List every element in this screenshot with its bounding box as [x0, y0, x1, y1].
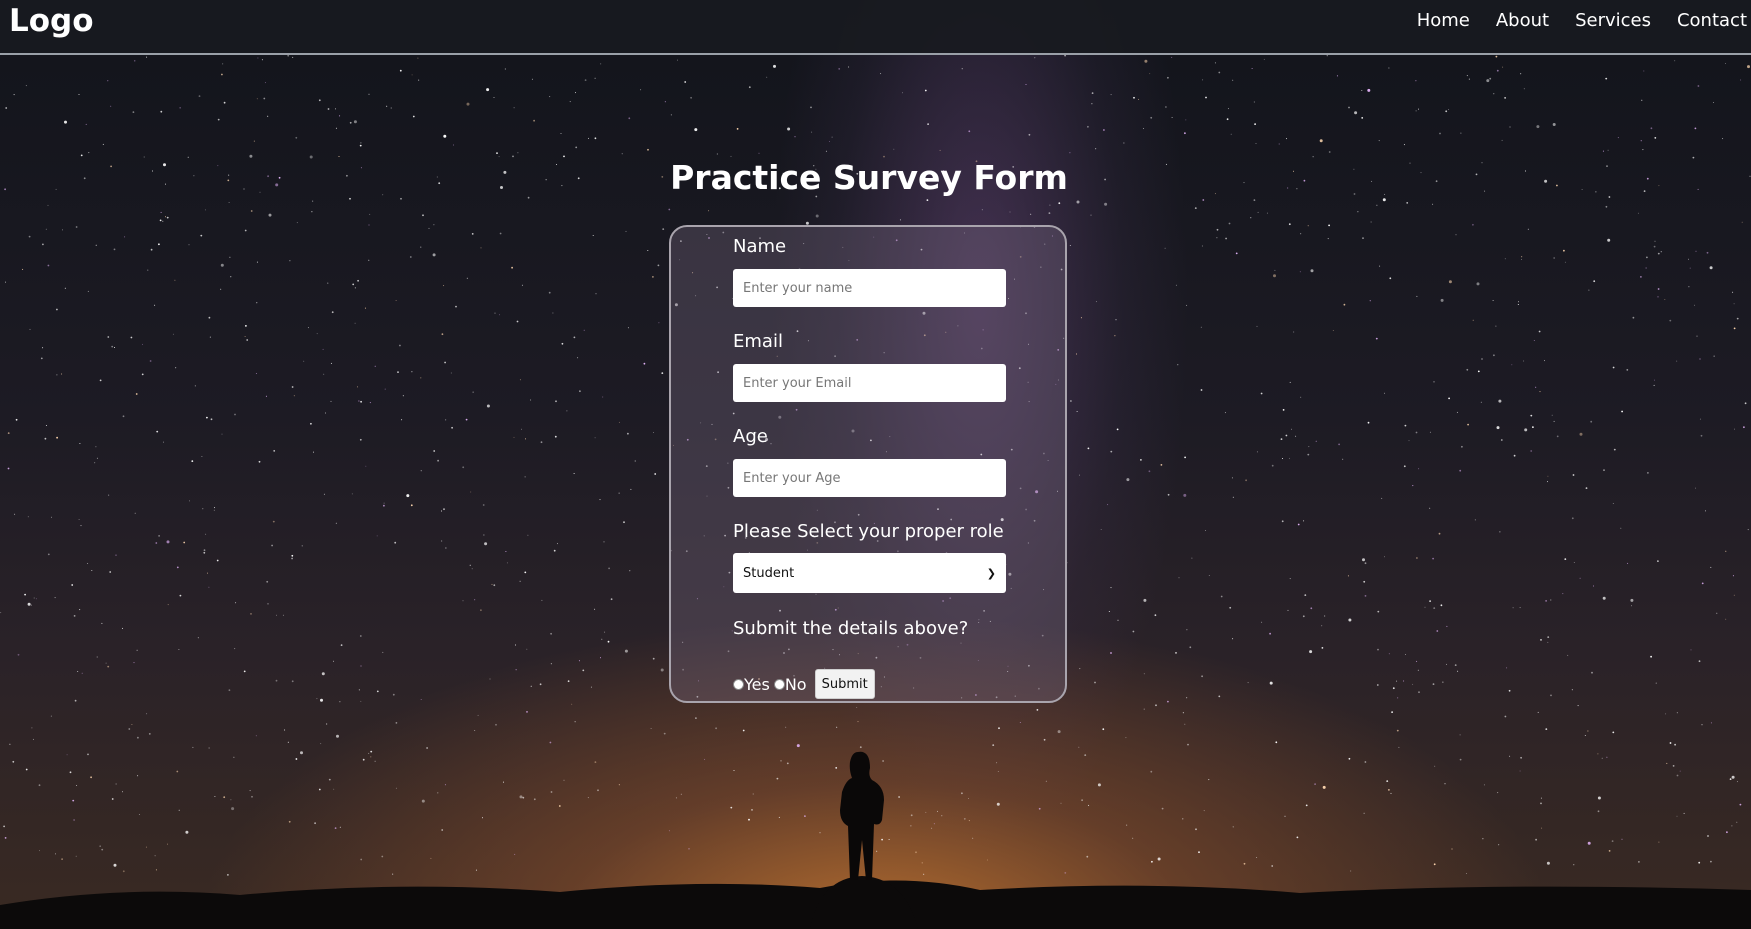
submit-button[interactable]: Submit	[814, 669, 875, 699]
radio-no-label: No	[784, 674, 807, 694]
page-title: Practice Survey Form	[670, 158, 1068, 197]
nav-links: Home About Services Contact	[1391, 10, 1747, 31]
name-label: Name	[733, 236, 787, 257]
email-input[interactable]	[733, 364, 1006, 402]
nav-home-link[interactable]: Home	[1417, 10, 1470, 31]
radio-no[interactable]	[773, 678, 785, 690]
role-selected-value: Student	[743, 565, 795, 581]
radio-yes-label: Yes	[744, 674, 770, 694]
email-label: Email	[733, 331, 783, 352]
survey-form-card: Name Email Age Please Select your proper…	[669, 225, 1067, 703]
role-select[interactable]: Student ❯	[733, 553, 1006, 593]
submit-question: Submit the details above?	[733, 618, 969, 639]
nav-services-link[interactable]: Services	[1575, 10, 1651, 31]
radio-yes[interactable]	[733, 678, 744, 690]
name-input[interactable]	[733, 269, 1006, 307]
role-label: Please Select your proper role	[733, 521, 1004, 542]
age-label: Age	[733, 426, 768, 447]
top-navbar: Logo Home About Services Contact	[0, 0, 1751, 55]
nav-about-link[interactable]: About	[1496, 10, 1549, 31]
nav-contact-link[interactable]: Contact	[1677, 10, 1747, 31]
submit-options: Yes No Submit	[733, 669, 875, 699]
age-input[interactable]	[733, 459, 1006, 497]
logo[interactable]: Logo	[9, 3, 94, 39]
chevron-down-icon: ❯	[986, 566, 996, 580]
